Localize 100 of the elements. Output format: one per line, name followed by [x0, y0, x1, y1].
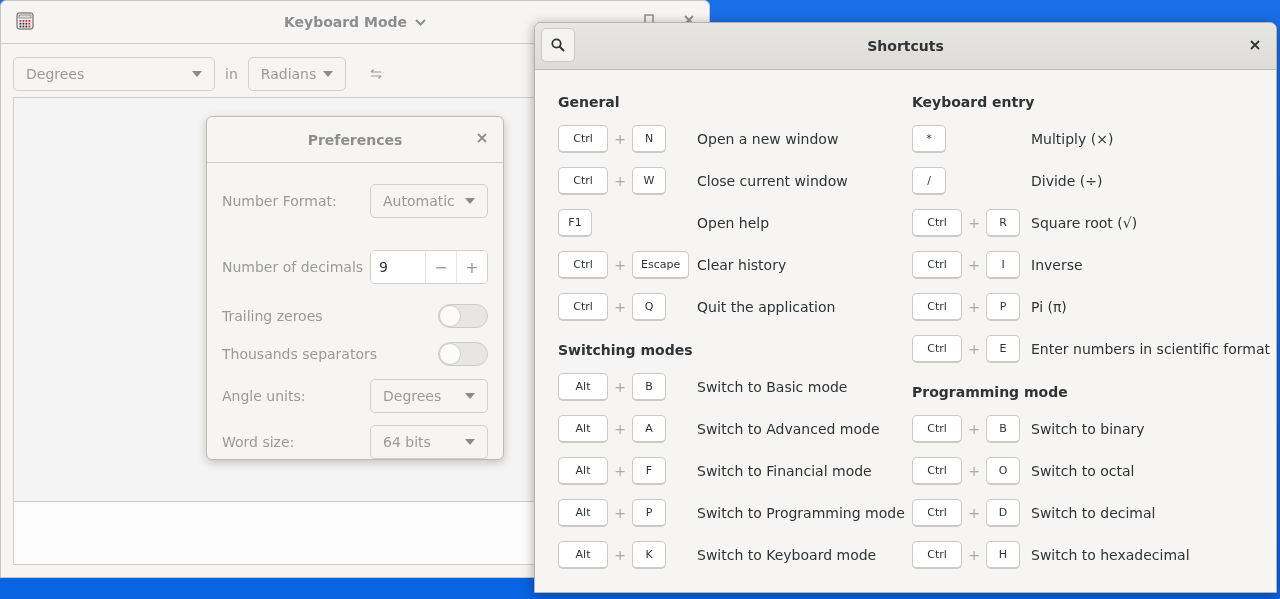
plus-sign: + [613, 463, 627, 479]
key-cap: A [632, 415, 666, 443]
toggle-switch[interactable] [438, 304, 488, 328]
window-title: Shortcuts [867, 38, 944, 54]
shortcut-description: Switch to Programming mode [697, 505, 905, 521]
key-cap: K [632, 541, 666, 569]
key-cap: Ctrl [912, 415, 962, 443]
key-cap: Ctrl [558, 167, 608, 195]
dropdown[interactable]: Automatic [370, 184, 488, 218]
setting-label: Trailing zeroes [222, 308, 323, 324]
dropdown[interactable]: 64 bits [370, 425, 488, 459]
key-cap: Ctrl [912, 335, 962, 363]
shortcut-description: Quit the application [697, 299, 836, 315]
key-cap: Ctrl [912, 457, 962, 485]
key-cap: Alt [558, 541, 608, 569]
key-cap: Alt [558, 499, 608, 527]
section-heading: Keyboard entry [912, 94, 1036, 112]
key-cap: Ctrl [912, 499, 962, 527]
key-cap: B [986, 415, 1020, 443]
mode-menu-button[interactable]: Keyboard Mode [275, 10, 435, 34]
plus-sign: + [613, 379, 627, 395]
key-cap: Ctrl [558, 125, 608, 153]
chevron-down-icon [415, 18, 427, 26]
setting-label: Word size: [222, 434, 295, 450]
dropdown-arrow-icon [465, 393, 475, 399]
key-cap: B [632, 373, 666, 401]
calculator-icon [16, 12, 34, 30]
shortcut-description: Enter numbers in scientific format [1031, 341, 1271, 357]
key-cap: O [986, 457, 1020, 485]
plus-sign: + [613, 421, 627, 437]
key-cap: P [632, 499, 666, 527]
key-cap: R [986, 209, 1020, 237]
in-label: in [225, 66, 238, 82]
key-cap: Alt [558, 457, 608, 485]
shortcut-description: Clear history [697, 257, 787, 273]
key-cap: Q [632, 293, 666, 321]
shortcut-description: Switch to octal [1031, 463, 1135, 479]
unit-dropdown[interactable]: Degrees [13, 57, 215, 91]
key-cap: Ctrl [912, 209, 962, 237]
plus-sign: + [967, 341, 981, 357]
plus-sign: + [613, 547, 627, 563]
key-cap: D [986, 499, 1020, 527]
plus-sign: + [613, 131, 627, 147]
setting-label: Angle units: [222, 388, 306, 404]
shortcut-description: Open help [697, 215, 770, 231]
plus-sign: + [613, 505, 627, 521]
plus-sign: + [613, 257, 627, 273]
key-cap: Alt [558, 373, 608, 401]
key-cap: H [986, 541, 1020, 569]
section-heading: Switching modes [558, 342, 694, 360]
plus-sign: + [967, 547, 981, 563]
dropdown-arrow-icon [465, 439, 475, 445]
key-cap: Ctrl [558, 293, 608, 321]
key-cap: P [986, 293, 1020, 321]
shortcut-description: Close current window [697, 173, 848, 189]
key-cap: F1 [558, 209, 592, 237]
key-cap: Escape [632, 251, 690, 279]
plus-sign: + [613, 173, 627, 189]
dropdown-arrow-icon [465, 198, 475, 204]
shortcut-description: Divide (÷) [1031, 173, 1103, 189]
section-heading: General [558, 94, 621, 112]
plus-sign: + [967, 215, 981, 231]
key-cap: N [632, 125, 666, 153]
key-cap: Ctrl [558, 251, 608, 279]
dropdown-arrow-icon [322, 71, 333, 77]
plus-sign: + [967, 421, 981, 437]
plus-sign: + [967, 299, 981, 315]
plus-sign: + [613, 299, 627, 315]
unit-dropdown[interactable]: Radians [247, 57, 346, 91]
plus-sign: + [967, 257, 981, 273]
key-cap: W [632, 167, 666, 195]
shortcut-description: Switch to hexadecimal [1031, 547, 1190, 563]
shortcut-description: Switch to Financial mode [697, 463, 872, 479]
key-cap: * [912, 125, 946, 153]
close-icon[interactable] [1250, 40, 1260, 50]
toggle-switch[interactable] [438, 342, 488, 366]
plus-sign: + [967, 463, 981, 479]
key-cap: F [632, 457, 666, 485]
setting-label: Number Format: [222, 193, 337, 209]
shortcut-description: Switch to Keyboard mode [697, 547, 877, 563]
dialog-title: Preferences [307, 131, 403, 148]
key-cap: Ctrl [912, 251, 962, 279]
shortcut-description: Switch to binary [1031, 421, 1145, 437]
shortcut-description: Switch to decimal [1031, 505, 1156, 521]
shortcut-description: Switch to Advanced mode [697, 421, 880, 437]
key-cap: / [912, 167, 946, 195]
shortcut-description: Square root (√) [1031, 215, 1138, 231]
shortcut-description: Multiply (×) [1031, 131, 1114, 147]
increment-button[interactable]: + [456, 251, 487, 283]
shortcut-description: Pi (π) [1031, 299, 1067, 315]
number-spin-field[interactable]: 9 − + [370, 250, 488, 284]
dropdown[interactable]: Degrees [370, 379, 488, 413]
dropdown-arrow-icon [192, 71, 202, 77]
key-cap: E [986, 335, 1020, 363]
setting-label: Number of decimals [222, 259, 364, 275]
search-button[interactable] [541, 28, 575, 62]
shortcut-description: Inverse [1031, 257, 1083, 273]
section-heading: Programming mode [912, 384, 1069, 402]
key-cap: Alt [558, 415, 608, 443]
key-cap: Ctrl [912, 541, 962, 569]
